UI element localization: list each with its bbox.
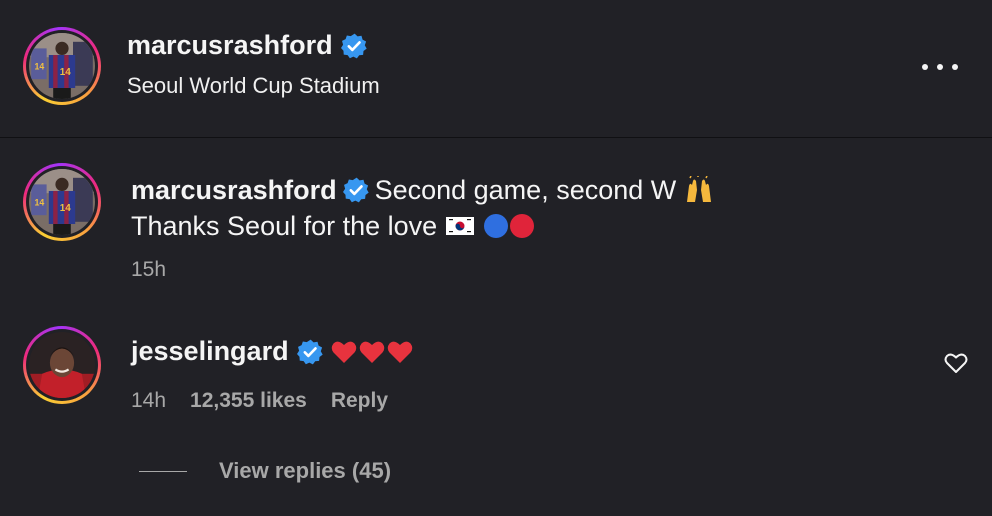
reply-button[interactable]: Reply: [331, 389, 388, 413]
more-options-icon[interactable]: [922, 60, 958, 74]
caption-text: marcusrashford Second game, second W Tha…: [131, 172, 951, 244]
svg-text:14: 14: [60, 203, 72, 214]
comment-username[interactable]: jesselingard: [131, 336, 289, 367]
comment-line: jesselingard: [131, 336, 413, 367]
post-username[interactable]: marcusrashford: [127, 30, 367, 61]
comment-meta: 14h 12,355 likes Reply: [131, 389, 388, 413]
post-location[interactable]: Seoul World Cup Stadium: [127, 73, 380, 99]
south-korea-flag-icon: [445, 216, 474, 235]
comment-text: [331, 340, 413, 364]
caption-username[interactable]: marcusrashford: [131, 175, 337, 205]
heart-outline-icon[interactable]: [944, 352, 968, 374]
post-header: 14 14 marcusrashford Seoul World Cup Sta…: [0, 0, 992, 138]
avatar-marcusrashford-caption[interactable]: 14 14: [23, 163, 101, 241]
verified-badge-icon: [342, 177, 369, 203]
caption-line1: Second game, second W: [374, 175, 677, 205]
red-heart-icon: [387, 341, 412, 363]
svg-text:14: 14: [35, 61, 45, 71]
caption-time: 15h: [131, 258, 167, 281]
caption-line2: Thanks Seoul for the love: [131, 211, 438, 241]
red-heart-icon: [331, 341, 356, 363]
red-heart-icon: [359, 341, 384, 363]
avatar-photo: 14 14: [29, 33, 95, 99]
avatar-jesselingard[interactable]: [23, 326, 101, 404]
avatar-marcusrashford[interactable]: 14 14: [23, 27, 101, 105]
view-replies-label[interactable]: View replies (45): [219, 458, 391, 484]
replies-divider: [139, 470, 187, 472]
raising-hands-icon: [686, 175, 711, 202]
verified-badge-icon: [340, 33, 367, 59]
view-replies-button[interactable]: View replies (45): [139, 458, 391, 484]
verified-badge-icon: [296, 339, 323, 365]
comment-time: 14h: [131, 389, 167, 412]
blue-red-circles-icon: [484, 213, 535, 238]
svg-text:14: 14: [60, 67, 72, 78]
post-username-text[interactable]: marcusrashford: [127, 30, 333, 61]
avatar-photo: 14 14: [29, 169, 95, 235]
svg-text:14: 14: [35, 197, 45, 207]
avatar-photo: [29, 332, 95, 398]
comment-likes[interactable]: 12,355 likes: [190, 389, 307, 413]
